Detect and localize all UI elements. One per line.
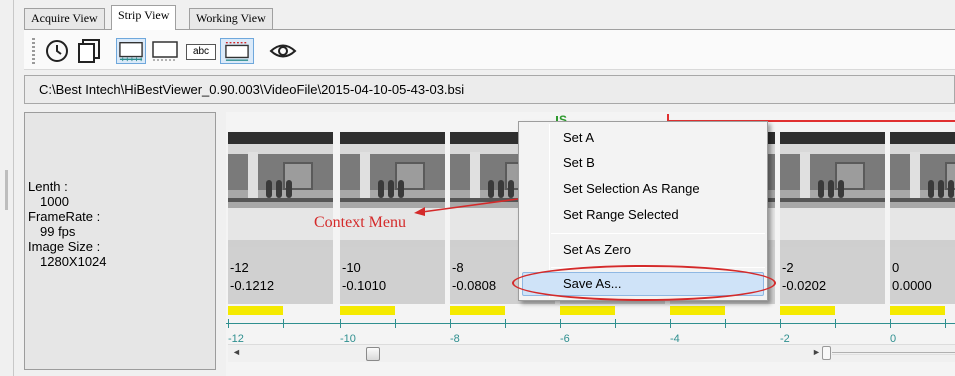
axis-tick [228, 319, 229, 328]
tab-working-view[interactable]: Working View [189, 8, 273, 29]
zoom-slider-knob[interactable] [822, 346, 831, 360]
axis-tick [560, 319, 561, 328]
context-menu-annotation: Context Menu [314, 214, 406, 231]
frame-bar [450, 306, 505, 315]
frame-bar [340, 306, 395, 315]
zoom-slider-track [832, 352, 955, 355]
frame-dotted-icon[interactable] [150, 38, 180, 64]
menu-item-set-range-selected[interactable]: Set Range Selected [563, 205, 679, 225]
framerate-label: FrameRate : [28, 209, 101, 224]
axis-tick [450, 319, 451, 328]
frame-time: -0.1212 [230, 278, 275, 293]
frame-ruler-icon[interactable] [116, 38, 146, 64]
frame-time: 0.0000 [892, 278, 932, 293]
length-value: 1000 [40, 194, 69, 209]
left-edge-frame [0, 0, 14, 376]
menu-highlight [522, 272, 764, 296]
tab-acquire-view[interactable]: Acquire View [24, 8, 105, 29]
abc-label-text: abc [192, 46, 210, 57]
menu-item-set-as-zero[interactable]: Set As Zero [563, 240, 631, 260]
axis-tick [505, 319, 506, 328]
scroll-right-arrow-icon[interactable]: ► [812, 347, 821, 357]
scrollbar-thumb[interactable] [366, 347, 380, 361]
frame-time: -0.0808 [452, 278, 497, 293]
toolbar: abc [24, 30, 955, 70]
axis-tick [725, 319, 726, 328]
frame-index: -12 [230, 260, 249, 275]
frame-markers-icon[interactable] [220, 38, 254, 64]
framerate-value: 99 fps [40, 224, 76, 239]
toolbar-grip[interactable] [32, 38, 35, 64]
copy-frame-icon[interactable] [76, 38, 102, 64]
frame-time: -0.1010 [342, 278, 387, 293]
file-path-bar: C:\Best Intech\HiBestViewer_0.90.003\Vid… [24, 75, 955, 104]
splitter-grip[interactable] [5, 170, 8, 210]
axis-tick [340, 319, 341, 328]
frame-bar [670, 306, 725, 315]
scroll-left-arrow-icon[interactable]: ◄ [232, 347, 241, 357]
annotation-arrow-icon [414, 198, 519, 216]
frame-info-box [780, 247, 885, 304]
frame-time: -0.0202 [782, 278, 827, 293]
menu-item-set-a[interactable]: Set A [563, 128, 594, 148]
menu-item-save-as[interactable]: Save As... [563, 274, 622, 294]
abc-label-icon[interactable]: abc [186, 44, 216, 60]
frame-thumbnail[interactable] [890, 132, 955, 247]
menu-separator [551, 233, 765, 234]
timeline-axis [226, 323, 955, 324]
frame-index: -8 [452, 260, 464, 275]
frame-bar [780, 306, 835, 315]
imagesize-value: 1280X1024 [40, 254, 107, 269]
axis-tick [395, 319, 396, 328]
axis-tick [835, 319, 836, 328]
frame-thumbnail[interactable] [780, 132, 885, 247]
clock-icon[interactable] [44, 38, 70, 64]
eye-icon[interactable] [268, 38, 298, 64]
menu-separator [551, 267, 765, 268]
zoom-slider[interactable] [822, 346, 955, 360]
frame-index: 0 [892, 260, 900, 275]
menu-item-set-b[interactable]: Set B [563, 153, 595, 173]
axis-tick [780, 319, 781, 328]
frame-index: -10 [342, 260, 361, 275]
imagesize-label: Image Size : [28, 239, 101, 254]
axis-tick [945, 319, 946, 328]
menu-item-set-selection-as-range[interactable]: Set Selection As Range [563, 179, 700, 199]
frame-bar [228, 306, 283, 315]
frame-info-box [890, 247, 955, 304]
frame-index: -2 [782, 260, 794, 275]
frame-bar [560, 306, 615, 315]
info-block: Lenth : 1000 FrameRate : 99 fps Image Si… [28, 179, 107, 269]
tab-strip-view[interactable]: Strip View [111, 5, 177, 30]
video-info-panel: Lenth : 1000 FrameRate : 99 fps Image Si… [24, 112, 216, 370]
axis-tick [283, 319, 284, 328]
frame-bar [890, 306, 945, 315]
file-path-text: C:\Best Intech\HiBestViewer_0.90.003\Vid… [39, 82, 465, 97]
axis-tick [670, 319, 671, 328]
axis-tick [890, 319, 891, 328]
length-label: Lenth : [28, 179, 68, 194]
axis-tick [615, 319, 616, 328]
context-menu: Set A Set B Set Selection As Range Set R… [518, 121, 768, 301]
